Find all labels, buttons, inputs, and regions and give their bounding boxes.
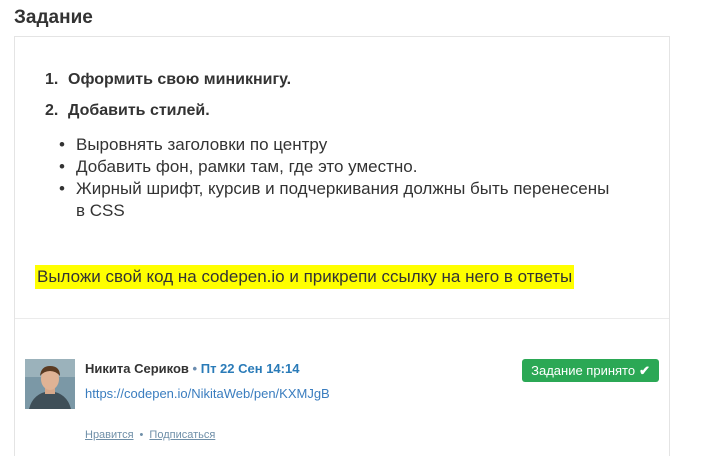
- author-name[interactable]: Никита Сериков: [85, 361, 189, 376]
- avatar[interactable]: [25, 359, 75, 409]
- comment-header: Никита Сериков • Пт 22 Сен 14:14: [85, 361, 299, 377]
- task-card: 1. Оформить свою миникнигу. 2. Добавить ст…: [14, 36, 670, 456]
- task-bullet-text: Выровнять заголовки по центру: [76, 135, 328, 154]
- task-ordered-list: 1. Оформить свою миникнигу. 2. Добавить ст…: [45, 69, 291, 131]
- actions-separator: •: [139, 429, 144, 441]
- task-body: 1. Оформить свою миникнигу. 2. Добавить ст…: [15, 37, 669, 319]
- like-link[interactable]: Нравится: [85, 429, 134, 441]
- status-label: Задание принято: [531, 363, 636, 378]
- task-step-number: 1.: [45, 71, 59, 88]
- bullet-icon: •: [59, 179, 65, 198]
- codepen-link[interactable]: https://codepen.io/NikitaWeb/pen/KXMJgB: [85, 386, 330, 402]
- comment-actions: Нравится • Подписаться: [85, 428, 215, 442]
- divider: [15, 318, 669, 319]
- task-bullet: • Выровнять заголовки по центру: [59, 134, 619, 156]
- task-bullet-text: Добавить фон, рамки там, где это уместно…: [76, 157, 418, 176]
- checkmark-icon: ✔: [639, 363, 650, 378]
- bullet-icon: •: [59, 157, 65, 176]
- header-separator: •: [192, 361, 198, 376]
- bullet-icon: •: [59, 135, 65, 154]
- task-step-text: Оформить свою миникнигу.: [68, 71, 292, 88]
- task-step: 2. Добавить стилей.: [45, 100, 291, 131]
- task-step: 1. Оформить свою миникнигу.: [45, 69, 291, 100]
- task-bullet: • Жирный шрифт, курсив и подчеркивания до…: [59, 178, 619, 222]
- task-step-text: Добавить стилей.: [68, 102, 210, 119]
- task-bullet-text: Жирный шрифт, курсив и подчеркивания дол…: [76, 179, 610, 220]
- subscribe-link[interactable]: Подписаться: [149, 429, 215, 441]
- section-title: Задание: [14, 7, 93, 28]
- task-bullet-list: • Выровнять заголовки по центру • Добавить…: [59, 134, 619, 222]
- status-badge: Задание принято ✔: [522, 359, 659, 382]
- task-bullet: • Добавить фон, рамки там, где это уместн…: [59, 156, 619, 178]
- task-step-number: 2.: [45, 102, 59, 119]
- comment-date[interactable]: Пт 22 Сен 14:14: [201, 361, 300, 376]
- avatar-photo-icon: [25, 359, 75, 409]
- highlighted-instruction: Выложи свой код на codepen.io и прикрепи…: [35, 265, 575, 289]
